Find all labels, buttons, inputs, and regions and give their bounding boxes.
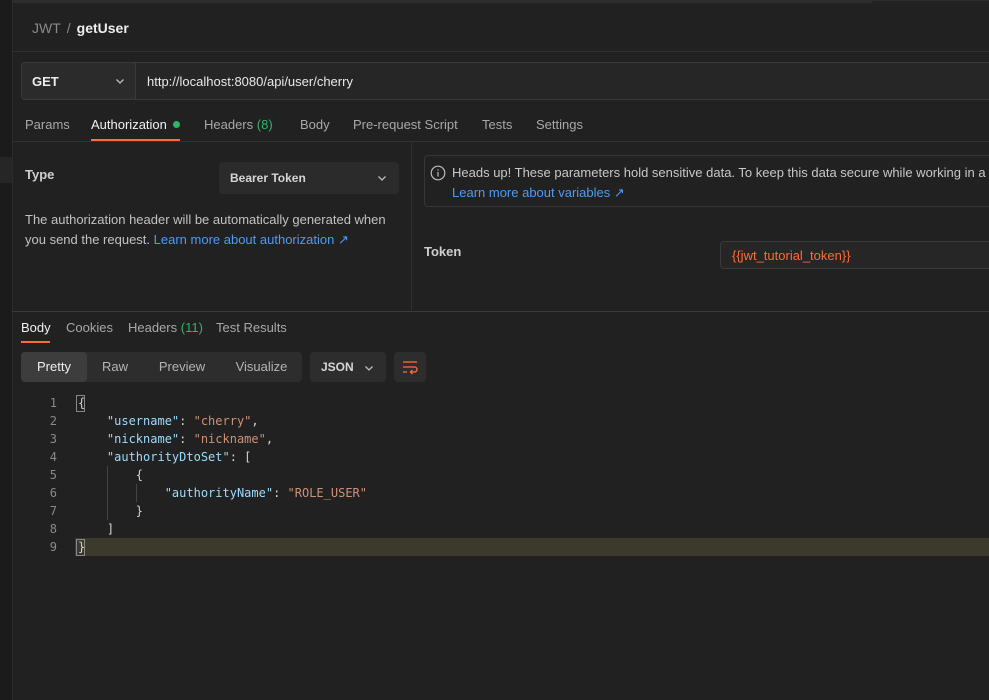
line-number: 7 — [49, 504, 57, 518]
line-number: 9 — [49, 540, 57, 554]
wrap-lines-icon — [403, 361, 418, 375]
url-text: http://localhost:8080/api/user/cherry — [147, 74, 353, 89]
token-label: Token — [424, 244, 462, 259]
auth-type-select[interactable]: Bearer Token — [219, 162, 399, 194]
breadcrumb-separator: / — [66, 20, 71, 36]
left-sidebar-edge — [0, 0, 13, 700]
response-tab-headers-label: Headers — [128, 320, 178, 335]
tab-headers-count: (8) — [256, 117, 273, 132]
code-line: } — [78, 540, 86, 554]
view-raw-button[interactable]: Raw — [87, 352, 143, 382]
view-mode-group: Pretty Raw Preview Visualize — [21, 352, 302, 382]
format-select[interactable]: JSON — [310, 352, 386, 382]
tab-body[interactable]: Body — [300, 117, 330, 132]
tab-headers-label: Headers — [204, 117, 254, 132]
response-tab-headers[interactable]: Headers (11) — [128, 320, 203, 335]
panel-split-handle[interactable] — [411, 142, 412, 310]
sensitive-data-notice: Heads up! These parameters hold sensitiv… — [424, 155, 989, 207]
json-key: "nickname" — [106, 432, 180, 446]
top-border — [872, 0, 989, 1]
auth-type-label: Type — [25, 167, 55, 182]
token-value: {{jwt_tutorial_token}} — [732, 248, 851, 263]
json-string: "cherry" — [193, 414, 252, 428]
response-pane-divider[interactable] — [12, 311, 989, 312]
current-line-highlight — [75, 538, 989, 556]
info-icon — [430, 165, 446, 181]
auth-description: The authorization header will be automat… — [25, 210, 395, 250]
line-number: 8 — [49, 522, 57, 536]
json-string: "nickname" — [193, 432, 266, 446]
json-string: "ROLE_USER" — [287, 486, 368, 500]
code-line: "username": "cherry", — [106, 414, 259, 428]
code-line: { — [78, 396, 86, 410]
wrap-lines-button[interactable] — [394, 352, 426, 382]
response-tab-body[interactable]: Body — [21, 320, 51, 335]
tab-authorization-label: Authorization — [91, 117, 167, 132]
view-visualize-button[interactable]: Visualize — [221, 352, 302, 382]
tab-headers[interactable]: Headers (8) — [204, 117, 273, 132]
method-label: GET — [32, 74, 59, 89]
line-number: 1 — [49, 396, 57, 410]
json-key: "authorityDtoSet" — [106, 450, 230, 464]
line-number: 2 — [49, 414, 57, 428]
json-key: "username" — [106, 414, 180, 428]
request-name[interactable]: getUser — [77, 20, 129, 36]
code-line: ] — [78, 522, 115, 536]
auth-type-value: Bearer Token — [230, 171, 306, 185]
chevron-down-icon — [116, 79, 124, 84]
learn-more-variables-link[interactable]: Learn more about variables ↗ — [452, 185, 625, 201]
tab-pre-request-script[interactable]: Pre-request Script — [353, 117, 458, 132]
code-line: } — [78, 504, 144, 518]
url-input[interactable]: http://localhost:8080/api/user/cherry — [136, 62, 989, 100]
line-number: 3 — [49, 432, 57, 446]
token-input[interactable]: {{jwt_tutorial_token}} — [720, 241, 989, 269]
breadcrumb: JWT / getUser — [32, 20, 129, 36]
line-number: 6 — [49, 486, 57, 500]
active-response-tab-indicator — [21, 341, 50, 343]
code-line: "authorityDtoSet": [ — [106, 450, 252, 464]
learn-more-authorization-link[interactable]: Learn more about authorization ↗ — [154, 232, 349, 247]
view-preview-button[interactable]: Preview — [143, 352, 221, 382]
response-tab-test-results[interactable]: Test Results — [216, 320, 287, 335]
code-line: "nickname": "nickname", — [106, 432, 274, 446]
chevron-down-icon — [378, 176, 386, 181]
status-dot-icon — [172, 121, 180, 128]
format-label: JSON — [321, 360, 354, 374]
response-tab-headers-count: (11) — [180, 320, 203, 335]
header-divider — [12, 51, 989, 52]
tab-settings[interactable]: Settings — [536, 117, 583, 132]
sidebar-marker — [0, 157, 12, 183]
top-scroll-track — [12, 0, 872, 3]
method-select[interactable]: GET — [21, 62, 136, 100]
tab-authorization[interactable]: Authorization — [91, 117, 180, 132]
json-key: "authorityName" — [164, 486, 274, 500]
tab-tests[interactable]: Tests — [482, 117, 512, 132]
line-number: 4 — [49, 450, 57, 464]
response-tab-cookies[interactable]: Cookies — [66, 320, 113, 335]
tabs-divider — [12, 141, 989, 142]
line-number: 5 — [49, 468, 57, 482]
tab-params[interactable]: Params — [25, 117, 70, 132]
breadcrumb-collection[interactable]: JWT — [32, 20, 61, 36]
view-pretty-button[interactable]: Pretty — [21, 352, 87, 382]
code-line: "authorityName": "ROLE_USER" — [164, 486, 368, 500]
notice-text: Heads up! These parameters hold sensitiv… — [452, 165, 989, 180]
code-line: { — [78, 468, 144, 482]
chevron-down-icon — [365, 366, 373, 371]
